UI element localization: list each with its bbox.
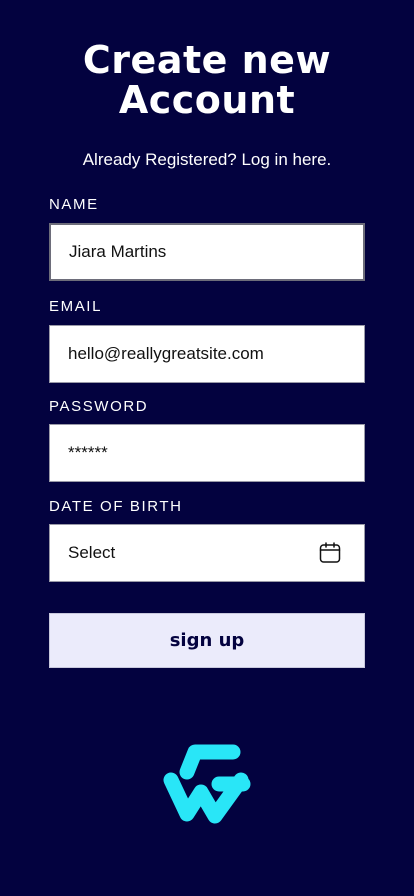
name-value: Jiara Martins xyxy=(69,242,167,261)
dob-label: DATE OF BIRTH xyxy=(49,498,183,515)
dob-select[interactable]: Select xyxy=(49,524,365,582)
login-link-row: Already Registered? Log in here. xyxy=(0,150,414,170)
email-value: hello@reallygreatsite.com xyxy=(68,344,264,363)
calendar-icon[interactable] xyxy=(318,541,342,565)
password-label: PASSWORD xyxy=(49,398,149,415)
title-line-1: Create new xyxy=(82,38,332,82)
title-line-2: Account xyxy=(118,78,296,122)
signup-screen: Create new Account Already Registered? L… xyxy=(0,0,414,896)
name-field[interactable]: Jiara Martins xyxy=(49,223,365,281)
brand-logo-icon xyxy=(163,744,251,824)
signup-button[interactable]: sign up xyxy=(49,613,365,668)
page-title: Create new Account xyxy=(0,40,414,120)
email-label: EMAIL xyxy=(49,298,103,315)
login-link[interactable]: Already Registered? Log in here. xyxy=(83,150,332,169)
password-value: ****** xyxy=(68,443,108,462)
password-field[interactable]: ****** xyxy=(49,424,365,482)
dob-value: Select xyxy=(68,543,116,562)
name-label: NAME xyxy=(49,196,99,213)
email-field[interactable]: hello@reallygreatsite.com xyxy=(49,325,365,383)
